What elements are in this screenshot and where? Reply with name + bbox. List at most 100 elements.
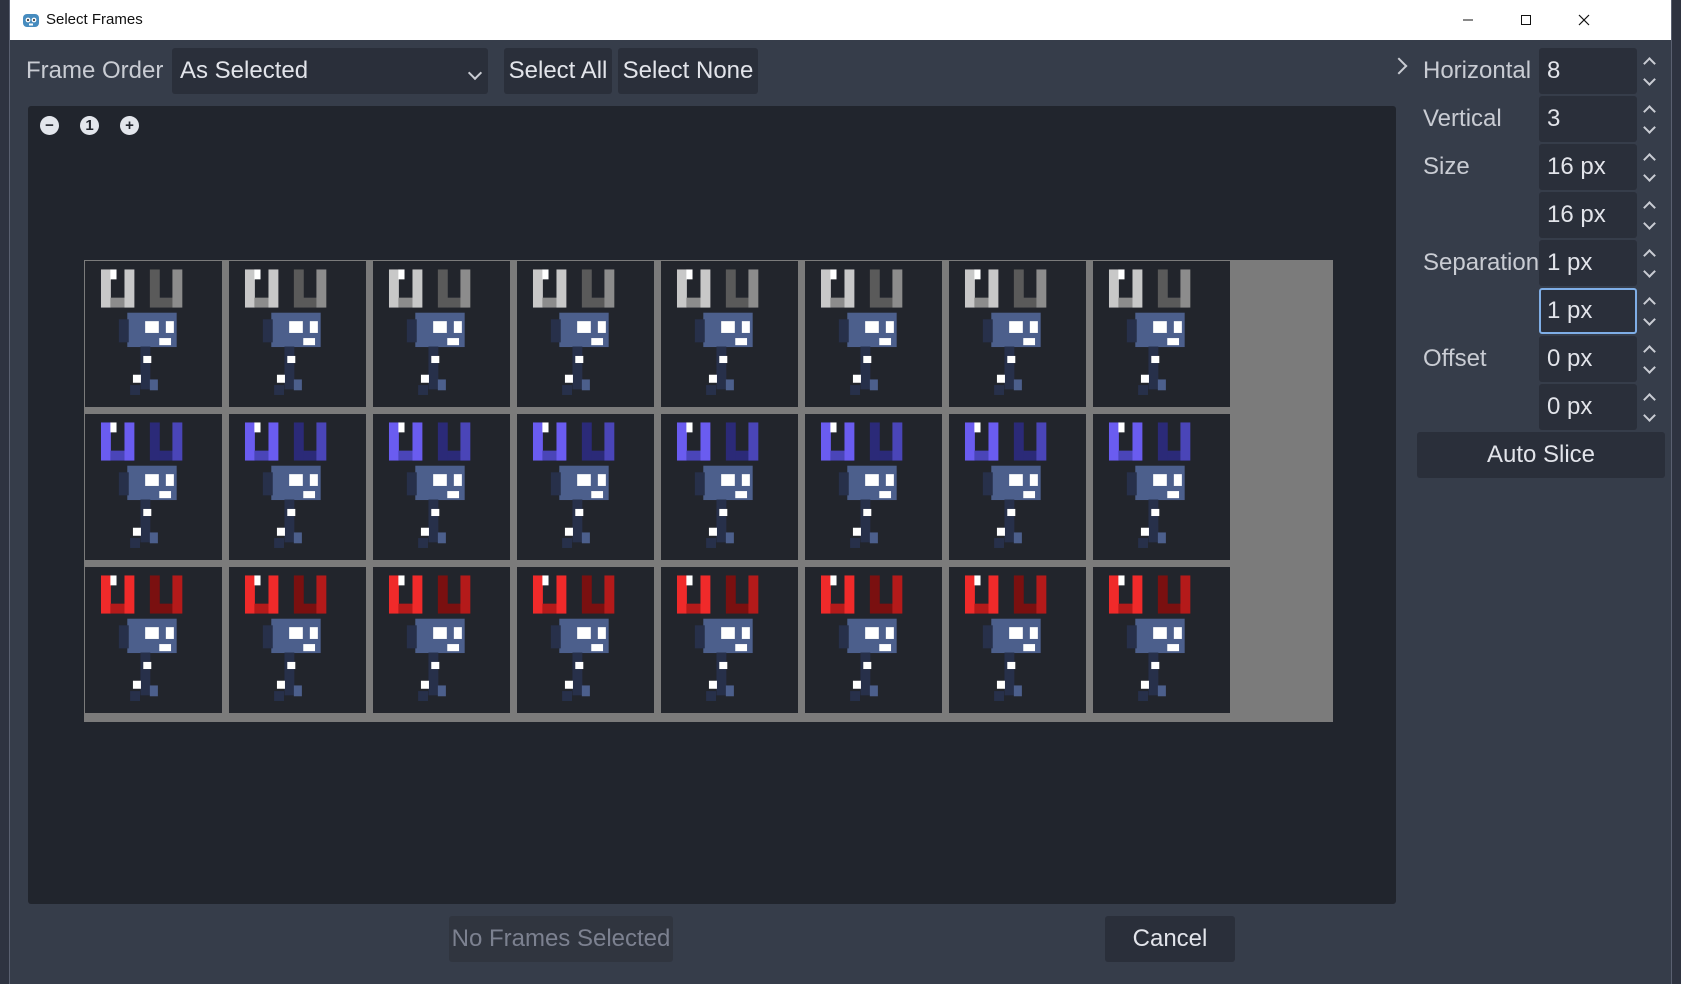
size-label: Size — [1423, 153, 1470, 180]
sprite-frame[interactable] — [85, 414, 222, 560]
sprite-frame[interactable] — [229, 567, 366, 713]
sprite-frame[interactable] — [949, 414, 1086, 560]
offset-y-value: 0 px — [1547, 393, 1593, 420]
zoom-reset-button[interactable]: 1 — [80, 116, 99, 135]
sprite-frame[interactable] — [517, 414, 654, 560]
maximize-icon — [1521, 15, 1531, 25]
sprite-frame[interactable] — [949, 567, 1086, 713]
sprite-frame-art — [964, 269, 1047, 395]
godot-icon — [23, 14, 39, 27]
sprite-frame[interactable] — [229, 414, 366, 560]
sprite-frame-art — [964, 575, 1047, 701]
sprite-frame[interactable] — [517, 567, 654, 713]
sprite-frame-art — [532, 422, 615, 548]
spin-arrows-icon[interactable] — [1641, 292, 1657, 332]
frame-order-value: As Selected — [180, 57, 309, 84]
sprite-frame[interactable] — [85, 261, 222, 407]
select-none-button[interactable]: Select None — [618, 48, 758, 94]
sprite-frame-art — [820, 422, 903, 548]
close-button[interactable] — [1555, 0, 1613, 40]
select-frames-dialog: Select Frames Frame Order As Selected Se… — [10, 0, 1671, 984]
select-all-button[interactable]: Select All — [504, 48, 612, 94]
separation-y-value: 1 px — [1547, 297, 1593, 324]
title-bar: Select Frames — [10, 0, 1671, 40]
sprite-frame[interactable] — [661, 567, 798, 713]
size-y-spinbox[interactable]: 16 px — [1539, 192, 1656, 238]
auto-slice-button[interactable]: Auto Slice — [1417, 432, 1665, 478]
separation-x-spinbox[interactable]: 1 px — [1539, 240, 1656, 286]
confirm-button[interactable]: No Frames Selected — [449, 916, 673, 962]
sprite-frame[interactable] — [373, 261, 510, 407]
sprite-frame-art — [820, 575, 903, 701]
sprite-frame-art — [100, 575, 183, 701]
chevron-down-icon — [467, 65, 483, 81]
separation-x-value: 1 px — [1547, 249, 1593, 276]
sprite-frame[interactable] — [373, 414, 510, 560]
spin-arrows-icon[interactable] — [1641, 52, 1657, 92]
sprite-frame[interactable] — [1093, 414, 1230, 560]
dialog-content: Frame Order As Selected Select All Selec… — [10, 40, 1671, 984]
sprite-frame-art — [1108, 269, 1191, 395]
cancel-button[interactable]: Cancel — [1105, 916, 1235, 962]
vertical-spinbox[interactable]: 3 — [1539, 96, 1656, 142]
sprite-frame[interactable] — [85, 567, 222, 713]
spin-arrows-icon[interactable] — [1641, 196, 1657, 236]
separation-y-spinbox[interactable]: 1 px — [1539, 288, 1656, 334]
sprite-frame-art — [676, 422, 759, 548]
sprite-frame[interactable] — [805, 567, 942, 713]
sprite-frame-art — [532, 575, 615, 701]
chevron-right-icon[interactable] — [1390, 57, 1408, 75]
frame-order-select[interactable]: As Selected — [172, 48, 488, 94]
sprite-frame[interactable] — [949, 261, 1086, 407]
close-icon — [1578, 14, 1590, 26]
spin-arrows-icon[interactable] — [1641, 244, 1657, 284]
zoom-in-icon[interactable]: + — [120, 116, 139, 135]
horizontal-value: 8 — [1547, 57, 1561, 84]
spin-arrows-icon[interactable] — [1641, 388, 1657, 428]
sprite-frame[interactable] — [517, 261, 654, 407]
spin-arrows-icon[interactable] — [1641, 148, 1657, 188]
sprite-frame-art — [964, 422, 1047, 548]
offset-x-spinbox[interactable]: 0 px — [1539, 336, 1656, 382]
sprite-frame-art — [820, 269, 903, 395]
sprite-frame-art — [388, 575, 471, 701]
minimize-button[interactable] — [1439, 0, 1497, 40]
separation-label: Separation — [1423, 249, 1540, 276]
sprite-frame[interactable] — [373, 567, 510, 713]
vertical-value: 3 — [1547, 105, 1561, 132]
sprite-frame-art — [1108, 422, 1191, 548]
size-y-value: 16 px — [1547, 201, 1606, 228]
sprite-frame[interactable] — [661, 414, 798, 560]
maximize-button[interactable] — [1497, 0, 1555, 40]
sprite-frame[interactable] — [661, 261, 798, 407]
sprite-frame-art — [244, 575, 327, 701]
sprite-frame-art — [100, 269, 183, 395]
sprite-frame[interactable] — [229, 261, 366, 407]
sprite-frame-art — [244, 269, 327, 395]
sprite-frame-art — [388, 269, 471, 395]
spin-arrows-icon[interactable] — [1641, 340, 1657, 380]
sprite-frame-art — [100, 422, 183, 548]
zoom-out-icon[interactable]: − — [40, 116, 59, 135]
spritesheet-grid — [84, 260, 1333, 722]
sprite-frame-art — [532, 269, 615, 395]
frames-preview[interactable]: − 1 + — [28, 106, 1396, 904]
horizontal-spinbox[interactable]: 8 — [1539, 48, 1656, 94]
spin-arrows-icon[interactable] — [1641, 100, 1657, 140]
minimize-icon — [1463, 19, 1473, 21]
sprite-frame-art — [676, 575, 759, 701]
size-x-spinbox[interactable]: 16 px — [1539, 144, 1656, 190]
sprite-frame-art — [1108, 575, 1191, 701]
horizontal-label: Horizontal — [1423, 57, 1532, 84]
sprite-frame[interactable] — [805, 414, 942, 560]
size-x-value: 16 px — [1547, 153, 1606, 180]
offset-label: Offset — [1423, 345, 1487, 372]
sprite-frame[interactable] — [1093, 261, 1230, 407]
vertical-label: Vertical — [1423, 105, 1502, 132]
sprite-frame-art — [676, 269, 759, 395]
sprite-frame[interactable] — [1093, 567, 1230, 713]
sprite-frame-art — [244, 422, 327, 548]
offset-y-spinbox[interactable]: 0 px — [1539, 384, 1656, 430]
sprite-frame[interactable] — [805, 261, 942, 407]
frame-order-label: Frame Order — [26, 57, 164, 84]
